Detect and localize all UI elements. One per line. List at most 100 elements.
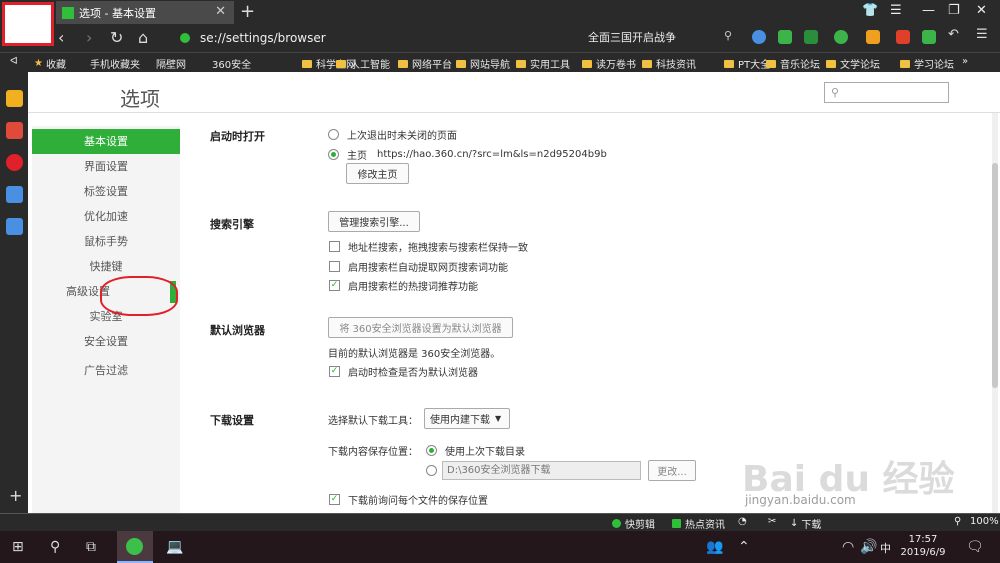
ask-save-location-option[interactable]: 下载前询问每个文件的保存位置 — [329, 492, 488, 507]
nav-tab-settings[interactable]: 标签设置 — [32, 179, 180, 204]
undo-icon[interactable]: ↶ — [948, 27, 962, 42]
taskbar-browser[interactable] — [117, 531, 153, 563]
speed-icon[interactable]: ◔ — [738, 516, 747, 527]
document-icon[interactable] — [6, 218, 23, 235]
download-tool-select[interactable]: 使用内建下载 ▼ — [424, 408, 510, 429]
checkbox[interactable] — [329, 241, 340, 252]
nav-mouse-gesture[interactable]: 鼠标手势 — [32, 229, 180, 254]
checkbox[interactable] — [329, 366, 340, 377]
translate-icon[interactable] — [804, 30, 818, 44]
notification-icon[interactable]: 🗨 — [966, 539, 984, 555]
search-icon[interactable]: ⚲ — [724, 29, 732, 42]
globe-icon[interactable] — [752, 30, 766, 44]
set-default-browser-button[interactable]: 将 360安全浏览器设置为默认浏览器 — [328, 317, 513, 338]
nav-basic-settings[interactable]: 基本设置 — [32, 129, 180, 154]
laptop-icon[interactable]: 💻 — [166, 539, 183, 555]
download-button[interactable]: ↓ 下载 — [790, 516, 821, 531]
quick-cut-button[interactable]: 快剪辑 — [612, 516, 655, 531]
zoom-icon[interactable]: ⚲ — [954, 516, 961, 527]
bookmarks-more[interactable]: » — [962, 56, 968, 67]
radio[interactable] — [328, 129, 339, 140]
nav-ad-filter[interactable]: 广告过滤 — [32, 358, 180, 383]
reload-icon[interactable]: ↻ — [110, 28, 123, 47]
taskbar-clock[interactable]: 17:57 2019/6/9 — [900, 533, 946, 559]
scroll-thumb[interactable] — [992, 163, 998, 388]
startup-last-option[interactable]: 上次退出时未关闭的页面 — [328, 127, 457, 142]
new-tab-button[interactable]: + — [240, 1, 255, 22]
shield-icon[interactable] — [866, 30, 880, 44]
restore-icon[interactable]: ❐ — [948, 3, 960, 18]
menu-icon[interactable]: ☰ — [890, 3, 902, 18]
bookmark-folder[interactable]: 网站导航 — [456, 56, 510, 71]
bookmark-folder[interactable]: 科技资讯 — [642, 56, 696, 71]
bookmark-folder[interactable]: 音乐论坛 — [766, 56, 820, 71]
use-last-dir-option[interactable]: 使用上次下载目录 — [426, 443, 525, 458]
more-icon[interactable]: ☰ — [976, 27, 990, 42]
scissors-icon[interactable]: ✂ — [768, 516, 776, 527]
nav-shortcuts[interactable]: 快捷键 — [32, 254, 180, 279]
bookmark-folder[interactable]: PT大全 — [724, 56, 770, 71]
bookmark-folder[interactable]: 文学论坛 — [826, 56, 880, 71]
book-icon[interactable] — [778, 30, 792, 44]
modify-home-button[interactable]: 修改主页 — [346, 163, 409, 184]
radio[interactable] — [426, 445, 437, 456]
checkbox[interactable] — [329, 494, 340, 505]
search-option-1[interactable]: 地址栏搜索，拖拽搜索与搜索栏保持一致 — [329, 239, 528, 254]
search-icon[interactable]: ⚲ — [50, 539, 60, 555]
zoom-level[interactable]: 100% — [970, 516, 999, 527]
volume-icon[interactable]: 🔊 — [860, 539, 877, 555]
windows-start-icon[interactable]: ⊞ — [12, 539, 24, 555]
weibo-icon[interactable] — [6, 154, 23, 171]
nav-ui-settings[interactable]: 界面设置 — [32, 154, 180, 179]
bookmark-folder[interactable]: 读万卷书 — [582, 56, 636, 71]
people-icon[interactable]: 👥 — [706, 539, 723, 555]
bookmark-folder[interactable]: 网络平台 — [398, 56, 452, 71]
tab-settings[interactable]: 选项 - 基本设置 ✕ — [56, 1, 234, 24]
download-path-field[interactable]: D:\360安全浏览器下载 — [442, 461, 641, 480]
radio[interactable] — [328, 149, 339, 160]
search-option-3[interactable]: 启用搜索栏的热搜词推荐功能 — [329, 278, 478, 293]
bookmark-folder[interactable]: 学习论坛 — [900, 56, 954, 71]
chevron-up-icon[interactable]: ⌃ — [738, 539, 750, 555]
notes-icon[interactable] — [6, 122, 23, 139]
forward-icon[interactable]: › — [86, 28, 92, 47]
checkbox[interactable] — [329, 280, 340, 291]
apps-icon[interactable] — [896, 30, 910, 44]
back-icon[interactable]: ‹ — [58, 28, 64, 47]
ime-indicator[interactable]: 中 — [880, 540, 891, 556]
bookmark-360[interactable]: 360安全 — [212, 56, 251, 71]
bookmark-mobile[interactable]: 手机收藏夹 — [90, 56, 140, 71]
wifi-icon[interactable]: ◠ — [842, 539, 854, 555]
close-tab-icon[interactable]: ✕ — [215, 4, 226, 19]
add-icon[interactable]: + — [9, 486, 22, 505]
radio[interactable] — [426, 465, 437, 476]
battery-icon[interactable] — [922, 30, 936, 44]
task-view-icon[interactable]: ⧉ — [86, 539, 96, 555]
star-icon[interactable] — [6, 90, 23, 107]
nav-optimize[interactable]: 优化加速 — [32, 204, 180, 229]
bookmark-folder[interactable]: 人工智能 — [336, 56, 390, 71]
address-bar[interactable]: se://settings/browser — [180, 28, 580, 48]
minimize-icon[interactable]: — — [922, 3, 935, 18]
shirt-icon[interactable]: 👕 — [862, 3, 878, 18]
check-default-option[interactable]: 启动时检查是否为默认浏览器 — [329, 364, 478, 379]
share-icon[interactable] — [834, 30, 848, 44]
mail-icon[interactable] — [6, 186, 23, 203]
bookmarks-toggle-icon[interactable]: ᐊ — [10, 56, 18, 67]
startup-home-option[interactable]: 主页 https://hao.360.cn/?src=lm&ls=n2d9520… — [328, 147, 607, 162]
change-dir-button[interactable]: 更改... — [648, 460, 696, 481]
scrollbar[interactable] — [992, 113, 998, 513]
nav-security[interactable]: 安全设置 — [32, 329, 180, 354]
manage-search-engines-button[interactable]: 管理搜索引擎... — [328, 211, 420, 232]
checkbox[interactable] — [329, 261, 340, 272]
search-option-2[interactable]: 启用搜索栏自动提取网页搜索词功能 — [329, 259, 508, 274]
search-input[interactable]: 全面三国开启战争 ⚲ — [580, 29, 740, 47]
bookmark-folder[interactable]: 实用工具 — [516, 56, 570, 71]
hot-news-button[interactable]: 热点资讯 — [672, 516, 725, 531]
bookmark-favorites[interactable]: ★ 收藏 — [34, 56, 66, 71]
close-window-icon[interactable]: ✕ — [976, 3, 987, 18]
settings-search-input[interactable]: ⚲ — [824, 82, 949, 103]
bookmark-gebi[interactable]: 隔壁网 — [156, 56, 186, 71]
clock-date: 2019/6/9 — [900, 547, 946, 558]
home-icon[interactable]: ⌂ — [138, 28, 148, 47]
